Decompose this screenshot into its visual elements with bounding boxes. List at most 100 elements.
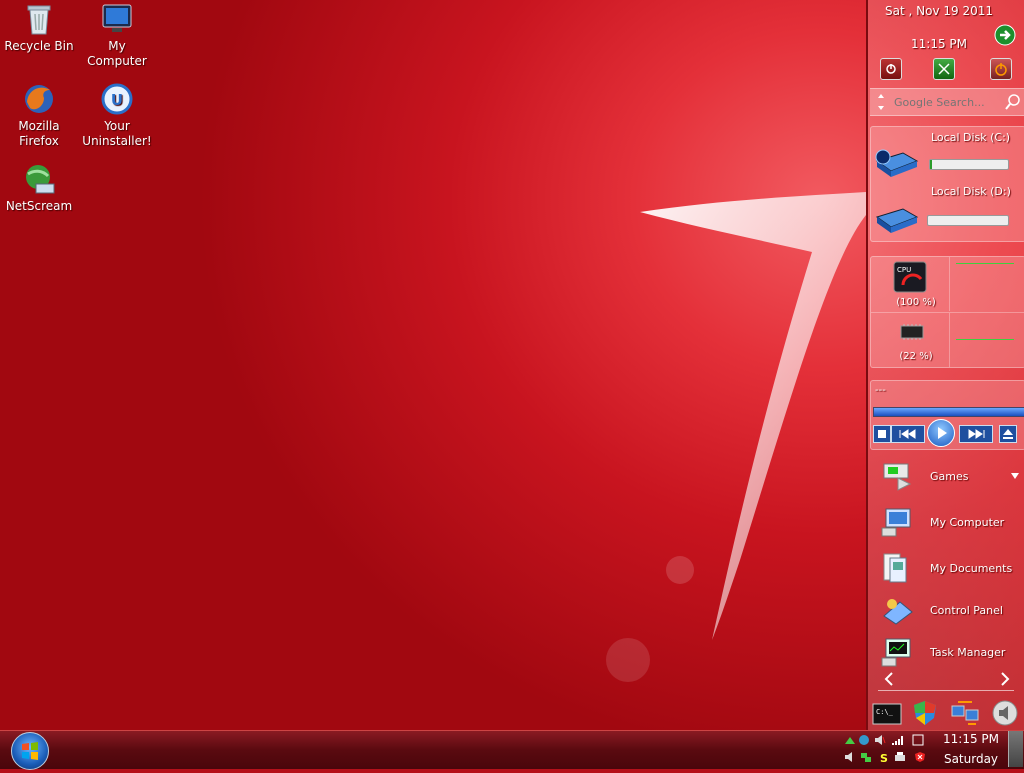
svg-text:CPU: CPU [897,266,911,274]
menu-item-control-panel[interactable]: Control Panel [874,590,1022,630]
scroll-updown-icon[interactable] [876,91,886,113]
media-progress-bar[interactable] [873,407,1024,417]
tray-windows-icon[interactable] [912,734,924,746]
clock-day: Saturday [943,752,999,766]
taskbar-clock[interactable]: 11:15 PM Saturday [936,730,1006,768]
media-player-panel: --- [870,380,1024,450]
games-icon [883,463,912,491]
media-track-title: --- [875,385,886,396]
svg-text:U: U [111,91,123,109]
tray-arrow-icon[interactable] [844,734,856,746]
desktop-icon-my-computer[interactable]: My Computer [80,2,154,69]
menu-item-label: My Computer [930,516,1005,529]
desktop-icon-recycle-bin[interactable]: Recycle Bin [2,2,76,54]
standby-icon [886,64,896,74]
dropdown-arrow-icon[interactable] [1010,472,1020,480]
menu-item-label: Control Panel [930,604,1003,617]
menu-item-my-computer[interactable]: My Computer [874,502,1022,542]
desktop-icon-label: Your Uninstaller! [82,119,152,148]
disk-panel: Local Disk (C:) Local Disk (D:) [870,126,1024,242]
menu-item-label: My Documents [930,562,1013,575]
uninstaller-icon: U [101,83,133,115]
start-button[interactable] [11,732,49,770]
search-box [870,88,1024,116]
media-next-button[interactable] [959,425,993,443]
restart-button[interactable] [933,58,955,80]
menu-item-games[interactable]: Games [874,456,1022,496]
sidebar-gadget: Sat , Nov 19 2011 11:15 PM Local Disk (C… [866,0,1024,730]
computer-icon [881,508,911,537]
menu-item-label: Task Manager [930,646,1006,659]
command-prompt-icon[interactable]: C:\_ [872,703,902,725]
windows-logo-icon [22,742,38,760]
menu-item-task-manager[interactable]: Task Manager [874,632,1022,672]
control-panel-icon [883,599,913,625]
google-search-input[interactable] [892,93,1008,111]
tray-printer-icon[interactable] [894,751,906,763]
desktop-icon-label: My Computer [87,39,147,68]
media-previous-button[interactable] [891,425,925,443]
memory-chip-icon [900,324,924,340]
speaker-icon[interactable] [990,700,1020,726]
tray-globe-icon[interactable] [858,734,870,746]
sidebar-date: Sat , Nov 19 2011 [885,4,993,18]
memory-graph [949,313,1024,367]
next-icon [968,429,985,439]
memory-percent: (22 %) [899,351,933,362]
eject-icon [1003,429,1013,439]
media-eject-button[interactable] [999,425,1017,443]
restart-icon [938,63,950,75]
desktop-icon-your-uninstaller[interactable]: U Your Uninstaller! [80,82,154,149]
drive-d-icon [875,208,919,233]
disk-d-usage-bar [927,215,1009,226]
firefox-icon [25,85,53,113]
cpu-graph [949,257,1024,311]
menu-item-my-documents[interactable]: My Documents [874,548,1022,588]
cpu-meter-icon: CPU [893,261,927,293]
desktop-icon-label: Recycle Bin [4,39,74,53]
standby-button[interactable] [880,58,902,80]
cpu-percent: (100 %) [896,297,936,308]
disk-c-label: Local Disk (C:) [931,131,1011,144]
tray-dollar-icon[interactable]: S [878,751,890,763]
sidebar-divider [878,690,1014,691]
go-arrow-icon[interactable] [994,24,1016,46]
system-tray: S [842,731,934,767]
disk-c-usage-bar [929,159,1009,170]
shutdown-button[interactable] [990,58,1012,80]
security-shield-icon[interactable] [912,700,938,726]
documents-icon [883,553,907,583]
clock-time: 11:15 PM [943,732,999,746]
drive-c-icon [875,149,919,177]
sidebar-time: 11:15 PM [911,37,967,51]
desktop-icon-label: Mozilla Firefox [18,119,60,148]
svg-text:S: S [880,752,888,763]
menu-item-label: Games [930,470,969,483]
power-icon [995,63,1007,76]
tray-volume-muted-icon[interactable] [874,734,886,746]
previous-icon [899,429,916,439]
search-icon[interactable] [1004,93,1022,111]
tray-network-icon[interactable] [860,751,872,763]
disk-d-label: Local Disk (D:) [931,185,1011,198]
stop-icon [878,430,886,438]
media-play-button[interactable] [927,419,955,447]
netscream-icon [26,165,55,194]
tray-security-alert-icon[interactable] [914,751,926,763]
desktop-icon-firefox[interactable]: Mozilla Firefox [2,82,76,149]
tray-signal-icon[interactable] [892,734,904,746]
play-icon [938,427,947,439]
chevron-left-icon[interactable] [884,672,894,686]
desktop-icon-label: NetScream [5,199,73,213]
show-desktop-button[interactable] [1008,731,1023,767]
media-stop-button[interactable] [873,425,891,443]
cpu-memory-panel: CPU (100 %) (22 %) [870,256,1024,368]
desktop-icon-netscream[interactable]: NetScream [2,162,76,214]
svg-text:C:\_: C:\_ [876,708,894,716]
network-icon[interactable] [950,700,980,726]
chevron-right-icon[interactable] [1000,672,1010,686]
task-manager-icon [881,638,911,667]
computer-icon [102,4,132,32]
tray-speaker-icon[interactable] [844,751,856,763]
recycle-bin-icon [27,5,51,35]
